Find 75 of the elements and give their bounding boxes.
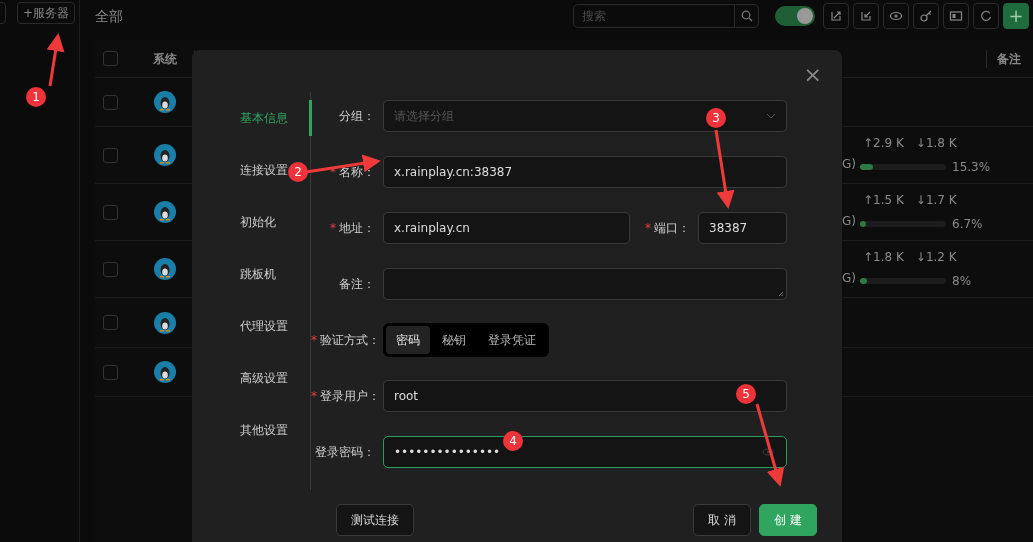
field-label: 端口：	[654, 221, 690, 235]
annotation-arrow	[46, 33, 65, 87]
disk-size-text: G)	[842, 157, 856, 171]
row-checkbox[interactable]	[103, 315, 118, 330]
upload-speed: ↑1.5 K	[863, 192, 904, 209]
resize-handle-icon	[778, 291, 784, 297]
required-mark: *	[311, 333, 317, 347]
disk-size-text: G)	[842, 214, 856, 228]
input-field[interactable]: x.rainplay.cn	[384, 213, 629, 243]
add-button[interactable]: +	[1003, 3, 1029, 29]
input-field[interactable]: x.rainplay.cn:38387	[384, 157, 786, 187]
search-field[interactable]: 搜索	[574, 5, 734, 27]
nav-tab[interactable]: 高级设置	[240, 352, 288, 404]
upload-speed: ↑2.9 K	[863, 135, 904, 152]
row-checkbox[interactable]	[103, 204, 118, 220]
field-label: 登录用户：	[320, 389, 380, 403]
field-label: 备注：	[339, 277, 375, 291]
required-mark: *	[645, 221, 651, 235]
download-speed: ↓1.2 K	[915, 249, 957, 266]
usage-percent: 8%	[952, 273, 972, 290]
penguin-icon	[154, 258, 176, 280]
field-label: 登录密码：	[315, 445, 375, 459]
active-tab-indicator	[309, 100, 312, 136]
column-header: 备注	[996, 50, 1022, 68]
penguin-icon	[154, 201, 176, 223]
nav-tab[interactable]: 初始化	[240, 196, 276, 248]
test-connection-button[interactable]: 测试连接	[336, 504, 414, 536]
add-server-button[interactable]: +服务器	[17, 2, 76, 24]
row-checkbox[interactable]	[103, 261, 118, 277]
search-bar[interactable]: 搜索	[573, 4, 759, 28]
required-mark: *	[311, 389, 317, 403]
toggle-switch[interactable]	[775, 6, 815, 26]
field-label: 验证方式：	[320, 333, 380, 347]
field-label: 名称：	[339, 165, 375, 179]
cancel-button[interactable]: 取 消	[693, 504, 752, 536]
refresh-icon[interactable]	[979, 9, 993, 23]
penguin-icon	[154, 311, 176, 334]
export-icon[interactable]	[829, 9, 843, 23]
disk-size-text: G)	[842, 271, 856, 285]
nav-tab[interactable]: 其他设置	[240, 404, 288, 456]
row-checkbox[interactable]	[103, 147, 118, 163]
segment-option[interactable]: 秘钥	[432, 326, 476, 354]
segment-option[interactable]: 密码	[386, 326, 430, 354]
nav-tab[interactable]: 连接设置	[240, 144, 288, 196]
field-label: 地址：	[339, 221, 375, 235]
input-field[interactable]: 38387	[699, 213, 786, 243]
column-header: 系统	[152, 50, 178, 68]
upload-speed: ↑1.8 K	[863, 249, 904, 266]
field-label: 分组：	[339, 109, 375, 123]
nav-tab[interactable]: 跳板机	[240, 248, 276, 300]
eye-icon[interactable]	[889, 9, 903, 23]
usage-percent: 6.7%	[952, 216, 983, 233]
nav-tab[interactable]: 代理设置	[240, 300, 288, 352]
import-icon[interactable]	[859, 9, 873, 23]
search-icon[interactable]	[740, 10, 753, 22]
penguin-icon	[154, 91, 176, 113]
segment-option[interactable]: 登录凭证	[478, 326, 546, 354]
select-all-checkbox[interactable]	[103, 51, 118, 66]
download-speed: ↓1.7 K	[915, 192, 957, 209]
id-card-icon[interactable]	[949, 9, 963, 23]
row-checkbox[interactable]	[103, 364, 118, 380]
eye-icon[interactable]	[762, 447, 774, 457]
usage-percent: 15.3%	[952, 159, 991, 176]
step-number-badge: 1	[26, 87, 46, 107]
page-title: 全部	[95, 6, 123, 26]
required-mark: *	[330, 221, 336, 235]
penguin-icon	[154, 144, 176, 166]
key-icon[interactable]	[919, 9, 933, 23]
row-checkbox[interactable]	[103, 94, 118, 110]
chevron-down-icon	[766, 113, 776, 119]
required-mark: *	[330, 165, 336, 179]
close-button[interactable]: ×	[801, 64, 824, 86]
nav-tab[interactable]: 基本信息	[240, 92, 288, 144]
penguin-icon	[154, 361, 176, 383]
download-speed: ↓1.8 K	[915, 135, 957, 152]
